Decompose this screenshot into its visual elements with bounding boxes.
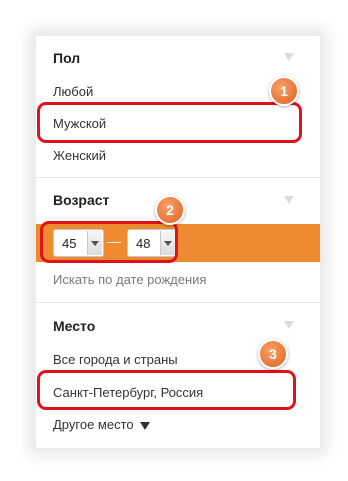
place-other-dropdown[interactable]: Другое место (53, 417, 150, 432)
annotation-badge-3: 3 (258, 339, 288, 369)
highlight-male-option (37, 102, 302, 143)
place-collapse-chevron-icon[interactable] (284, 321, 294, 329)
gender-option-any[interactable]: Любой (53, 84, 93, 99)
highlight-spb-option (37, 370, 296, 410)
place-section-title: Место (53, 318, 96, 334)
gender-option-female[interactable]: Женский (53, 148, 106, 163)
age-collapse-chevron-icon[interactable] (284, 196, 294, 204)
place-option-all[interactable]: Все города и страны (53, 352, 178, 367)
highlight-age-range (40, 221, 178, 263)
section-divider (36, 177, 320, 178)
annotation-badge-2: 2 (155, 195, 185, 225)
place-other-label: Другое место (53, 417, 134, 432)
annotation-badge-1: 1 (269, 76, 299, 106)
age-section-title: Возраст (53, 192, 110, 208)
search-by-birthdate-link[interactable]: Искать по дате рождения (53, 272, 206, 287)
gender-section-title: Пол (53, 50, 81, 66)
section-divider (36, 302, 320, 303)
gender-collapse-chevron-icon[interactable] (284, 53, 294, 61)
caret-down-icon (139, 421, 150, 430)
